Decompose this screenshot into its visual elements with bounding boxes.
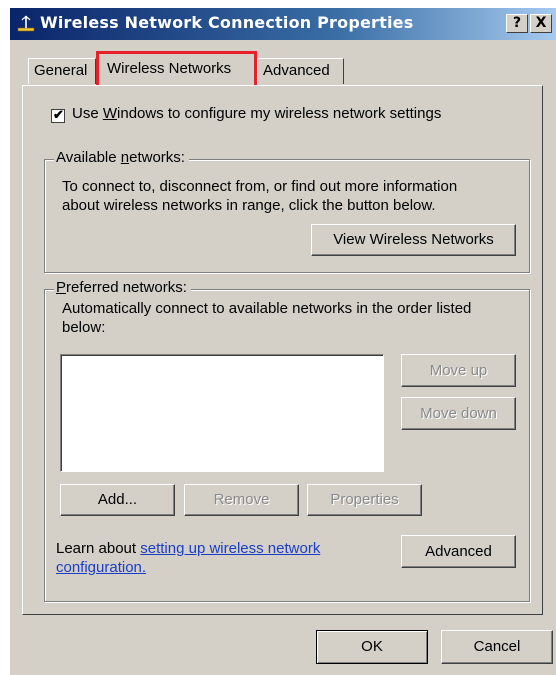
preferred-networks-description-1: Automatically connect to available netwo… — [62, 300, 472, 317]
learn-about-prefix: Learn about — [56, 540, 141, 557]
network-connection-icon — [17, 15, 35, 32]
available-networks-legend-prefix: Available — [56, 149, 121, 166]
use-windows-label-mnemonic: W — [102, 105, 118, 122]
add-button[interactable]: Add... — [60, 484, 175, 516]
use-windows-checkbox[interactable]: ✔ — [51, 107, 65, 123]
properties-dialog: Wireless Network Connection Properties ?… — [10, 8, 556, 675]
preferred-networks-description-2: below: — [62, 319, 106, 336]
checkmark-icon: ✔ — [53, 107, 64, 122]
preferred-networks-legend: Preferred networks: — [54, 279, 191, 296]
ok-button[interactable]: OK — [316, 630, 428, 664]
learn-about-line-1: Learn about setting up wireless network — [56, 540, 320, 557]
use-windows-label[interactable]: Use Windows to configure my wireless net… — [72, 105, 441, 122]
preferred-networks-legend-rest: referred networks: — [66, 279, 187, 296]
use-windows-label-prefix: Use — [72, 105, 103, 122]
move-up-button[interactable]: Move up — [401, 354, 516, 387]
preferred-networks-legend-mnemonic: P — [56, 279, 67, 296]
available-networks-description-1: To connect to, disconnect from, or find … — [62, 178, 458, 195]
use-windows-label-rest: indows to configure my wireless network … — [117, 105, 442, 122]
close-button[interactable]: X — [530, 14, 552, 33]
help-button[interactable]: ? — [506, 14, 528, 33]
remove-button[interactable]: Remove — [184, 484, 299, 516]
available-networks-legend: Available networks: — [54, 149, 189, 166]
window-title: Wireless Network Connection Properties — [40, 13, 414, 32]
learn-about-line-2: configuration. — [56, 559, 146, 576]
tab-general[interactable]: General — [28, 58, 96, 84]
view-wireless-networks-button[interactable]: View Wireless Networks — [311, 224, 516, 256]
tab-wireless-networks[interactable]: Wireless Networks — [96, 51, 257, 85]
move-down-button[interactable]: Move down — [401, 397, 516, 430]
advanced-button[interactable]: Advanced — [401, 535, 516, 568]
properties-button[interactable]: Properties — [307, 484, 422, 516]
available-networks-description-2: about wireless networks in range, click … — [62, 197, 436, 214]
cancel-button[interactable]: Cancel — [441, 630, 553, 664]
configuration-link[interactable]: configuration. — [56, 559, 146, 576]
preferred-networks-list[interactable] — [60, 354, 384, 472]
title-bar[interactable]: Wireless Network Connection Properties ?… — [10, 8, 556, 40]
available-networks-legend-mnemonic: n — [120, 149, 130, 166]
setup-wireless-link[interactable]: setting up wireless network — [140, 540, 320, 557]
tab-advanced[interactable]: Advanced — [257, 58, 344, 84]
available-networks-legend-rest: etworks: — [129, 149, 185, 166]
